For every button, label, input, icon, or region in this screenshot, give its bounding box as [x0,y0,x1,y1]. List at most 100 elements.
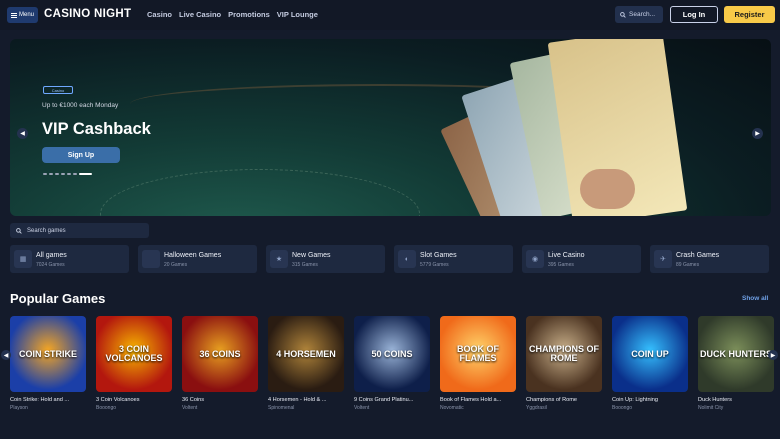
category-count: 7024 Games [36,262,65,268]
pumpkin-icon [142,250,160,268]
chips-icon: ◉ [526,250,544,268]
casino-badge: Casino [43,86,73,94]
category-new-games[interactable]: ★ New Games 315 Games [266,245,385,273]
game-card[interactable]: 4 HORSEMEN 4 Horsemen - Hold & ... Spinome… [268,316,344,411]
category-crash-games[interactable]: ✈ Crash Games 89 Games [650,245,769,273]
game-thumbnail-title: COIN UP [631,348,669,359]
slide-dot[interactable] [67,173,71,175]
game-thumbnail[interactable]: DUCK HUNTERS [698,316,774,392]
game-thumbnail-title: 50 COINS [371,348,413,359]
category-list: ▦ All games 7024 Games Halloween Games 2… [10,245,769,273]
game-provider: Booongo [612,405,633,411]
search-icon [620,11,626,18]
game-name[interactable]: 4 Horsemen - Hold & ... [268,397,344,403]
game-card[interactable]: 3 COIN VOLCANOES 3 Coin Volcanoes Booongo [96,316,172,411]
slide-dot-active[interactable] [79,173,92,175]
category-count: 5779 Games [420,262,449,268]
game-name[interactable]: 9 Coins Grand Platinu... [354,397,430,403]
game-provider: Booongo [96,405,117,411]
game-thumbnail-title: 3 COIN VOLCANOES [105,344,163,363]
game-thumbnail[interactable]: COIN UP [612,316,688,392]
games-next-arrow[interactable]: ▶ [768,350,778,360]
game-name[interactable]: Coin Strike: Hold and ... [10,397,86,403]
game-thumbnail[interactable]: 50 COINS [354,316,430,392]
hero-prev-arrow[interactable]: ◀ [17,128,28,139]
nav-live-casino[interactable]: Live Casino [179,10,221,19]
banknotes-image [440,39,710,216]
category-name: Halloween Games [164,252,222,259]
slide-dot[interactable] [73,173,77,175]
game-card[interactable]: DUCK HUNTERS Duck Hunters Nolimit City [698,316,774,411]
nav-vip-lounge[interactable]: VIP Lounge [277,10,318,19]
search-icon [16,227,22,234]
game-card[interactable]: COIN UP Coin Up: Lightning Booongo [612,316,688,411]
game-thumbnail[interactable]: 3 COIN VOLCANOES [96,316,172,392]
signup-button[interactable]: Sign Up [42,147,120,163]
game-thumbnail-title: 36 COINS [199,348,241,359]
game-card[interactable]: CHAMPIONS OF ROME Champions of Rome Yggdra… [526,316,602,411]
game-provider: Playson [10,405,28,411]
category-name: Live Casino [548,252,585,259]
show-all-link[interactable]: Show all [742,295,768,302]
game-thumbnail[interactable]: CHAMPIONS OF ROME [526,316,602,392]
game-provider: Nolimit City [698,405,724,411]
header-search-label: Search... [629,11,656,18]
game-name[interactable]: Duck Hunters [698,397,774,403]
game-thumbnail-title: CHAMPIONS OF ROME [528,344,599,363]
games-search-input[interactable]: Search games [10,223,149,238]
top-header: Menu CASINO NIGHT Casino Live Casino Pro… [0,0,780,30]
game-thumbnail[interactable]: 4 HORSEMEN [268,316,344,392]
slide-dot[interactable] [49,173,53,175]
game-thumbnail[interactable]: COIN STRIKE [10,316,86,392]
category-count: 395 Games [548,262,574,268]
game-name[interactable]: Champions of Rome [526,397,602,403]
menu-button[interactable]: Menu [7,7,38,23]
category-name: Slot Games [420,252,457,259]
game-thumbnail[interactable]: 36 COINS [182,316,258,392]
game-thumbnail-title: COIN STRIKE [18,348,77,359]
chevron-left-icon: ◀ [20,131,25,137]
slide-dot[interactable] [55,173,59,175]
main-nav: Casino Live Casino Promotions VIP Lounge [147,10,318,19]
category-count: 315 Games [292,262,318,268]
category-live-casino[interactable]: ◉ Live Casino 395 Games [522,245,641,273]
hero-next-arrow[interactable]: ▶ [752,128,763,139]
hamburger-icon [10,12,17,18]
game-thumbnail-title: DUCK HUNTERS [700,348,772,359]
nav-promotions[interactable]: Promotions [228,10,270,19]
login-button[interactable]: Log In [670,6,718,23]
game-provider: Spinomenal [268,405,295,411]
register-button[interactable]: Register [724,6,775,23]
game-thumbnail-title: BOOK OF FLAMES [457,344,499,363]
menu-label: Menu [18,12,34,18]
star-icon: ★ [270,250,288,268]
category-halloween-games[interactable]: Halloween Games 20 Games [138,245,257,273]
chevron-left-icon: ◀ [3,352,9,359]
hero-subtitle: Up to €1000 each Monday [42,102,119,109]
nav-casino[interactable]: Casino [147,10,172,19]
game-name[interactable]: Coin Up: Lightning [612,397,688,403]
games-search-placeholder: Search games [27,227,66,234]
chevron-right-icon: ▶ [755,131,760,137]
category-all-games[interactable]: ▦ All games 7024 Games [10,245,129,273]
games-prev-arrow[interactable]: ◀ [1,350,11,360]
game-provider: Voltent [182,405,198,411]
slot-icon: ◐ [398,250,416,268]
hero-banner[interactable]: Casino Up to €1000 each Monday VIP Cashb… [10,39,771,216]
game-name[interactable]: 36 Coins [182,397,258,403]
felt-line-decoration [100,169,420,216]
logo[interactable]: CASINO NIGHT [44,8,131,20]
game-thumbnail[interactable]: BOOK OF FLAMES [440,316,516,392]
game-card[interactable]: 50 COINS 9 Coins Grand Platinu... Voltent [354,316,430,411]
game-provider: Novomatic [440,405,464,411]
slide-dot[interactable] [61,173,65,175]
game-card[interactable]: COIN STRIKE Coin Strike: Hold and ... Play… [10,316,86,411]
slide-dot[interactable] [43,173,47,175]
category-slot-games[interactable]: ◐ Slot Games 5779 Games [394,245,513,273]
game-name[interactable]: 3 Coin Volcanoes [96,397,172,403]
game-name[interactable]: Book of Flames Hold a... [440,397,516,403]
header-search-button[interactable]: Search... [615,6,663,23]
game-provider: Yggdrasil [526,405,547,411]
game-card[interactable]: 36 COINS 36 Coins Voltent [182,316,258,411]
game-card[interactable]: BOOK OF FLAMES Book of Flames Hold a... No… [440,316,516,411]
